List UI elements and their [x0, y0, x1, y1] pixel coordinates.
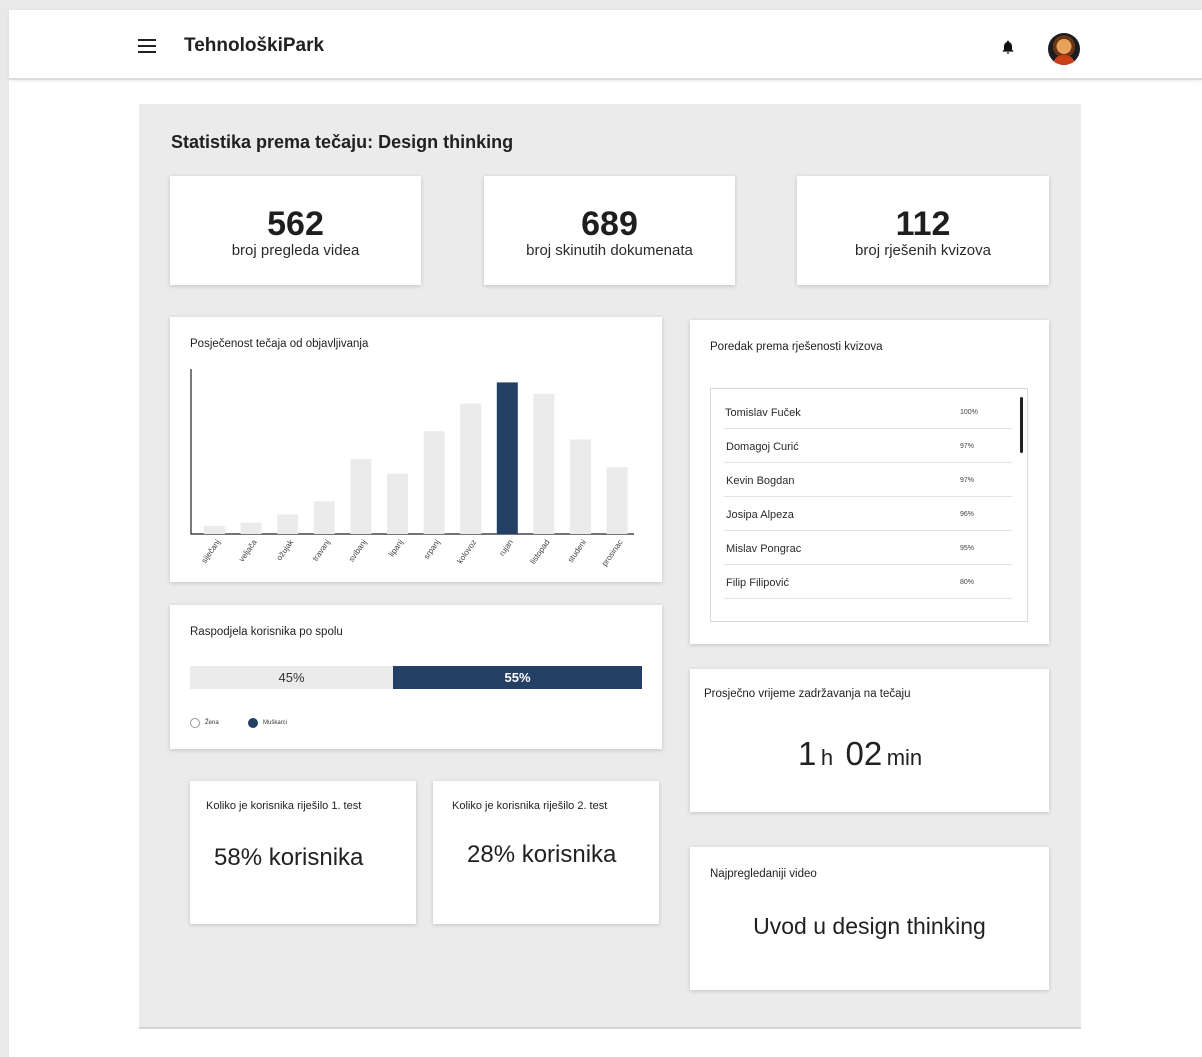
visits-bar-chart: siječanj veljača ožujak travanj svibanj lipan…: [190, 369, 634, 568]
test1-value: 58% korisnika: [214, 844, 364, 871]
stat-value: 689: [581, 205, 638, 243]
avg-time-value: 1 h 02 min: [798, 735, 922, 773]
ranking-percent: 95%: [960, 545, 975, 552]
ranking-name: Kevin Bogdan: [726, 475, 795, 487]
test1-title: Koliko je korisnika riješilo 1. test: [206, 800, 362, 812]
chart-tick-label: travanj: [311, 538, 332, 563]
top-video-title: Najpregledaniji video: [710, 868, 817, 880]
avg-time-minutes: 02: [845, 735, 883, 772]
gender-title: Raspodjela korisnika po spolu: [190, 626, 343, 638]
ranking-name: Mislav Pongrac: [726, 543, 802, 555]
chart-bar-travanj[interactable]: [313, 501, 335, 534]
gender-card: Raspodjela korisnika po spolu 45% 55% Že…: [170, 605, 662, 749]
list-item[interactable]: Mislav Pongrac 95%: [724, 531, 1012, 565]
dashboard-content: Statistika prema tečaju: Design thinking…: [139, 104, 1081, 1029]
stat-label: broj skinutih dokumenata: [526, 242, 693, 259]
test2-value: 28% korisnika: [467, 841, 617, 868]
stat-label: broj pregleda videa: [231, 242, 360, 259]
ranking-name: Tomislav Fuček: [725, 407, 801, 419]
avg-time-hours-unit: h: [820, 745, 834, 770]
legend-female-label: Žena: [205, 720, 219, 726]
ranking-name: Josipa Alpeza: [726, 509, 794, 521]
chart-tick-label: prosinac: [600, 538, 625, 568]
chart-tick-label: srpanj: [422, 538, 442, 561]
avg-time-hours: 1: [798, 735, 817, 772]
chart-bar-svibanj[interactable]: [350, 459, 372, 534]
chart-bar-veljača[interactable]: [240, 522, 262, 534]
gender-male-bar: 55%: [393, 666, 642, 689]
chart-tick-label: studeni: [566, 538, 588, 564]
top-video-value[interactable]: Uvod u design thinking: [690, 913, 1049, 940]
avg-time-title: Prosječno vrijeme zadržavanja na tečaju: [704, 688, 911, 700]
app-bar: TehnološkiPark: [9, 10, 1202, 80]
stat-card-video-views: 562 broj pregleda videa: [170, 176, 421, 285]
list-item[interactable]: Tomislav Fuček 100%: [724, 395, 1012, 429]
ranking-percent: 80%: [960, 579, 975, 586]
page-title: Statistika prema tečaju: Design thinking: [171, 132, 514, 152]
chart-tick-label: lipanj: [387, 538, 405, 559]
ranking-percent: 97%: [960, 477, 975, 484]
avg-time-card: Prosječno vrijeme zadržavanja na tečaju …: [690, 669, 1049, 812]
chart-tick-label: rujan: [497, 538, 515, 558]
test2-title: Koliko je korisnika riješilo 2. test: [452, 800, 608, 812]
window-frame-top: [0, 0, 1202, 10]
chart-tick-label: ožujak: [275, 537, 296, 562]
stat-value: 112: [895, 205, 951, 243]
legend-male-dot: [248, 718, 258, 728]
test2-card: Koliko je korisnika riješilo 2. test 28%…: [433, 781, 659, 924]
legend-male-label: Muškarci: [263, 720, 288, 726]
chart-bar-kolovoz[interactable]: [460, 403, 482, 534]
visits-chart-card: Posječenost tečaja od objavljivanja sije…: [170, 317, 662, 582]
chart-bar-siječanj[interactable]: [204, 525, 225, 534]
avg-time-minutes-unit: min: [886, 745, 923, 770]
chart-tick-label: listopad: [528, 538, 551, 566]
legend-female-dot: [190, 718, 200, 728]
ranking-name: Domagoj Curić: [726, 441, 799, 453]
chart-bar-ožujak[interactable]: [277, 514, 299, 534]
ranking-list[interactable]: Tomislav Fuček 100% Domagoj Curić 97% Ke…: [710, 388, 1028, 622]
gender-female-bar: 45%: [190, 666, 393, 689]
ranking-percent: 97%: [960, 443, 975, 450]
stat-value: 562: [267, 205, 324, 243]
ranking-card: Poredak prema rješenosti kvizova Tomisla…: [690, 320, 1049, 644]
list-item[interactable]: Josipa Alpeza 96%: [724, 497, 1012, 531]
chart-tick-label: kolovoz: [455, 538, 478, 565]
ranking-percent: 100%: [960, 409, 978, 416]
stat-card-quizzes: 112 broj rješenih kvizova: [797, 176, 1049, 285]
window-frame-left: [0, 0, 9, 1057]
chart-bar-srpanj[interactable]: [423, 431, 445, 534]
list-item[interactable]: Filip Filipović 80%: [724, 565, 1012, 599]
test1-card: Koliko je korisnika riješilo 1. test 58%…: [190, 781, 416, 924]
list-item[interactable]: Kevin Bogdan 97%: [724, 463, 1012, 497]
ranking-title: Poredak prema rješenosti kvizova: [710, 341, 883, 353]
user-avatar[interactable]: [1048, 33, 1080, 65]
hamburger-menu-icon[interactable]: [138, 39, 156, 53]
app-title: TehnološkiPark: [184, 35, 325, 56]
chart-bar-listopad[interactable]: [533, 393, 555, 534]
chart-bar-lipanj[interactable]: [387, 473, 408, 534]
stat-card-documents: 689 broj skinutih dokumenata: [484, 176, 735, 285]
chart-axis: [190, 369, 634, 535]
stat-label: broj rješenih kvizova: [855, 242, 991, 259]
list-item[interactable]: Domagoj Curić 97%: [724, 429, 1012, 463]
chart-bar-rujan[interactable]: [496, 382, 518, 534]
list-scrollbar[interactable]: [1020, 397, 1023, 453]
ranking-percent: 96%: [960, 511, 975, 518]
top-video-card: Najpregledaniji video Uvod u design thin…: [690, 847, 1049, 990]
chart-bar-studeni[interactable]: [570, 439, 591, 534]
notification-bell-icon[interactable]: [1000, 37, 1016, 57]
ranking-name: Filip Filipović: [726, 577, 789, 589]
chart-tick-label: siječanj: [199, 538, 222, 565]
chart-tick-label: svibanj: [347, 538, 369, 564]
chart-tick-label: veljača: [237, 538, 259, 564]
chart-bar-prosinac[interactable]: [606, 467, 628, 534]
